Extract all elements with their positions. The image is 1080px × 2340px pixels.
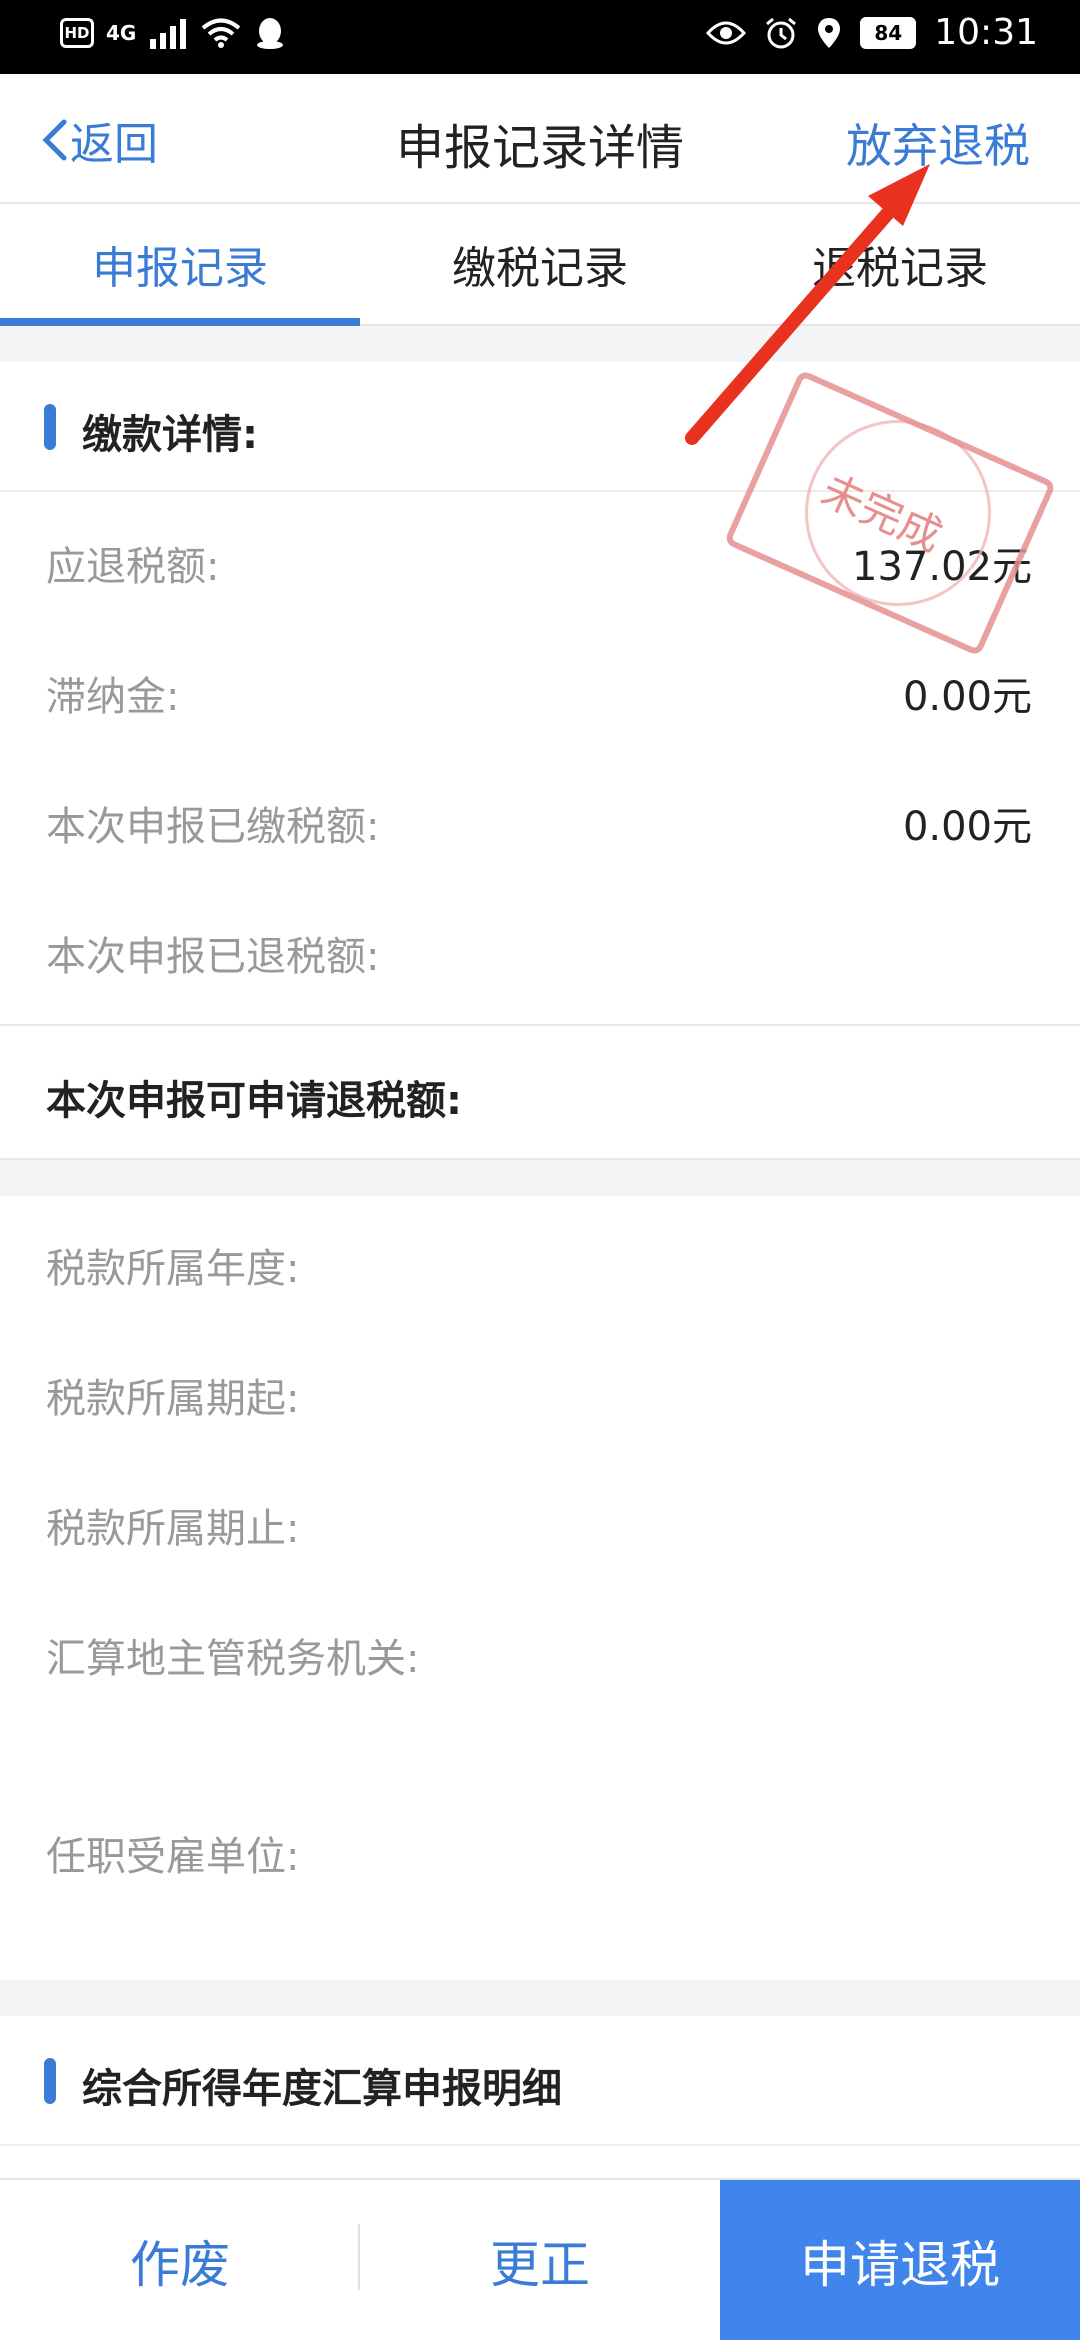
section-accent-bar	[44, 404, 56, 450]
alarm-icon	[766, 17, 797, 48]
late-fee-value: 0.00元	[902, 674, 1032, 720]
tax-period-start-row: 税款所属期起:	[0, 1326, 1080, 1456]
late-fee-row: 滞纳金: 0.00元	[0, 624, 1080, 754]
tax-period-end-row: 税款所属期止:	[0, 1456, 1080, 1586]
paid-tax-row: 本次申报已缴税额: 0.00元	[0, 754, 1080, 884]
wifi-icon	[202, 18, 241, 48]
employer-row: 任职受雇单位:	[0, 1784, 1080, 1974]
apply-refund-label: 申请退税	[800, 2236, 1000, 2294]
nav-bar: 返回 申报记录详情 放弃退税	[0, 74, 1080, 204]
section-gap	[0, 1980, 1080, 2016]
late-fee-label: 滞纳金:	[46, 674, 180, 720]
correct-label: 更正	[490, 2236, 590, 2294]
tax-period-end-label: 税款所属期止:	[46, 1506, 300, 1552]
status-left-icons: HD 4G	[60, 16, 286, 50]
refunded-tax-label: 本次申报已退税额:	[46, 934, 380, 980]
section-gap	[0, 326, 1080, 362]
signal-icon	[150, 19, 187, 49]
tax-authority-row: 汇算地主管税务机关:	[0, 1586, 1080, 1776]
annual-summary-title: 综合所得年度汇算申报明细	[82, 2066, 562, 2112]
refundable-amount-row: 本次申报可申请退税额:	[0, 1024, 1080, 1160]
tab-bar: 申报记录 缴税记录 退税记录	[0, 204, 1080, 326]
status-right-icons: 84 10:31	[706, 12, 1038, 53]
battery-icon: 84	[860, 16, 917, 49]
void-button[interactable]: 作废	[0, 2180, 360, 2340]
section-accent-bar	[44, 2058, 56, 2104]
location-icon	[818, 17, 841, 48]
paid-tax-label: 本次申报已缴税额:	[46, 804, 380, 850]
bottom-action-bar: 作废 更正 申请退税	[0, 2178, 1080, 2340]
qq-icon	[257, 18, 284, 49]
refunded-tax-row: 本次申报已退税额:	[0, 884, 1080, 1014]
employer-label: 任职受雇单位:	[46, 1834, 300, 1880]
tax-authority-label: 汇算地主管税务机关:	[46, 1636, 420, 1682]
refundable-amount-label: 本次申报可申请退税额:	[46, 1078, 462, 1124]
status-time: 10:31	[934, 12, 1038, 53]
tax-period-start-label: 税款所属期起:	[46, 1376, 300, 1422]
tab-payment-records[interactable]: 缴税记录	[360, 204, 720, 324]
section-gap	[0, 1160, 1080, 1196]
annual-summary-header[interactable]: 综合所得年度汇算申报明细	[0, 2016, 1080, 2146]
payment-details-title: 缴款详情:	[82, 412, 258, 458]
hd-icon: HD	[60, 18, 94, 48]
paid-tax-value: 0.00元	[902, 804, 1032, 850]
tax-year-label: 税款所属年度:	[46, 1246, 300, 1292]
tax-year-row: 税款所属年度:	[0, 1196, 1080, 1326]
eye-icon	[706, 21, 747, 44]
tab-declaration-records[interactable]: 申报记录	[0, 204, 360, 326]
abandon-refund-button[interactable]: 放弃退税	[846, 110, 1030, 176]
void-label: 作废	[130, 2236, 230, 2294]
refund-due-label: 应退税额:	[46, 544, 220, 590]
network-type-label: 4G	[106, 21, 137, 45]
tab-refund-records[interactable]: 退税记录	[720, 204, 1080, 324]
apply-refund-button[interactable]: 申请退税	[720, 2180, 1080, 2340]
status-bar: HD 4G 84 10:31	[0, 0, 1080, 74]
correct-button[interactable]: 更正	[360, 2180, 720, 2340]
